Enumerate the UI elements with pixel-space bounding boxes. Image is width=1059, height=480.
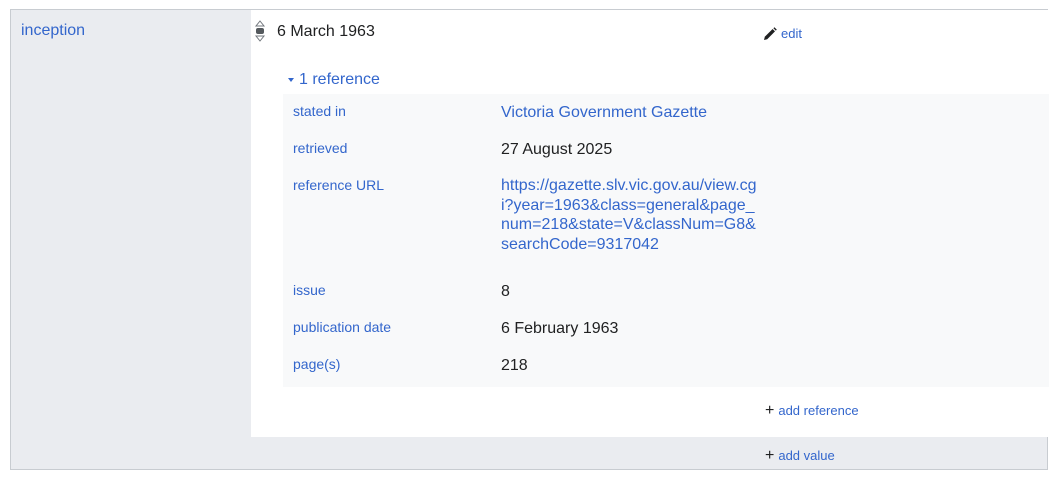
edit-button[interactable]: edit [763,26,802,41]
ref-value-retrieved: 27 August 2025 [501,141,613,158]
statement-group: inception 6 March 1963 edit 1 reference [10,9,1049,470]
ref-prop-publication-date[interactable]: publication date [293,319,391,335]
property-label-inception[interactable]: inception [21,22,85,40]
plus-icon: + [765,402,775,419]
plus-icon: + [765,447,775,464]
ref-prop-retrieved[interactable]: retrieved [293,140,347,156]
add-reference-button[interactable]: + add reference [765,402,859,419]
statement: 6 March 1963 edit 1 reference stated in … [251,10,1049,437]
ref-prop-pages[interactable]: page(s) [293,356,340,372]
pencil-icon [764,26,777,40]
rank-normal-icon[interactable] [254,20,266,42]
references-toggle[interactable]: 1 reference [287,71,380,89]
ref-value-stated-in[interactable]: Victoria Government Gazette [501,103,707,123]
ref-value-reference-url[interactable]: https://gazette.slv.vic.gov.au/view.cgi?… [501,176,761,254]
add-value-label: add value [778,448,835,463]
ref-prop-reference-url[interactable]: reference URL [293,177,384,193]
ref-value-pages: 218 [501,357,528,374]
statement-value: 6 March 1963 [277,23,375,40]
reference-block: stated in Victoria Government Gazette re… [283,94,1049,387]
add-value-button[interactable]: + add value [765,447,835,464]
ref-value-publication-date: 6 February 1963 [501,320,619,337]
triangle-down-icon [288,78,294,82]
ref-prop-issue[interactable]: issue [293,282,326,298]
ref-value-issue: 8 [501,283,510,300]
add-reference-label: add reference [778,403,859,418]
references-toggle-label: 1 reference [299,71,380,88]
edit-label: edit [781,26,802,41]
ref-prop-stated-in[interactable]: stated in [293,103,346,119]
